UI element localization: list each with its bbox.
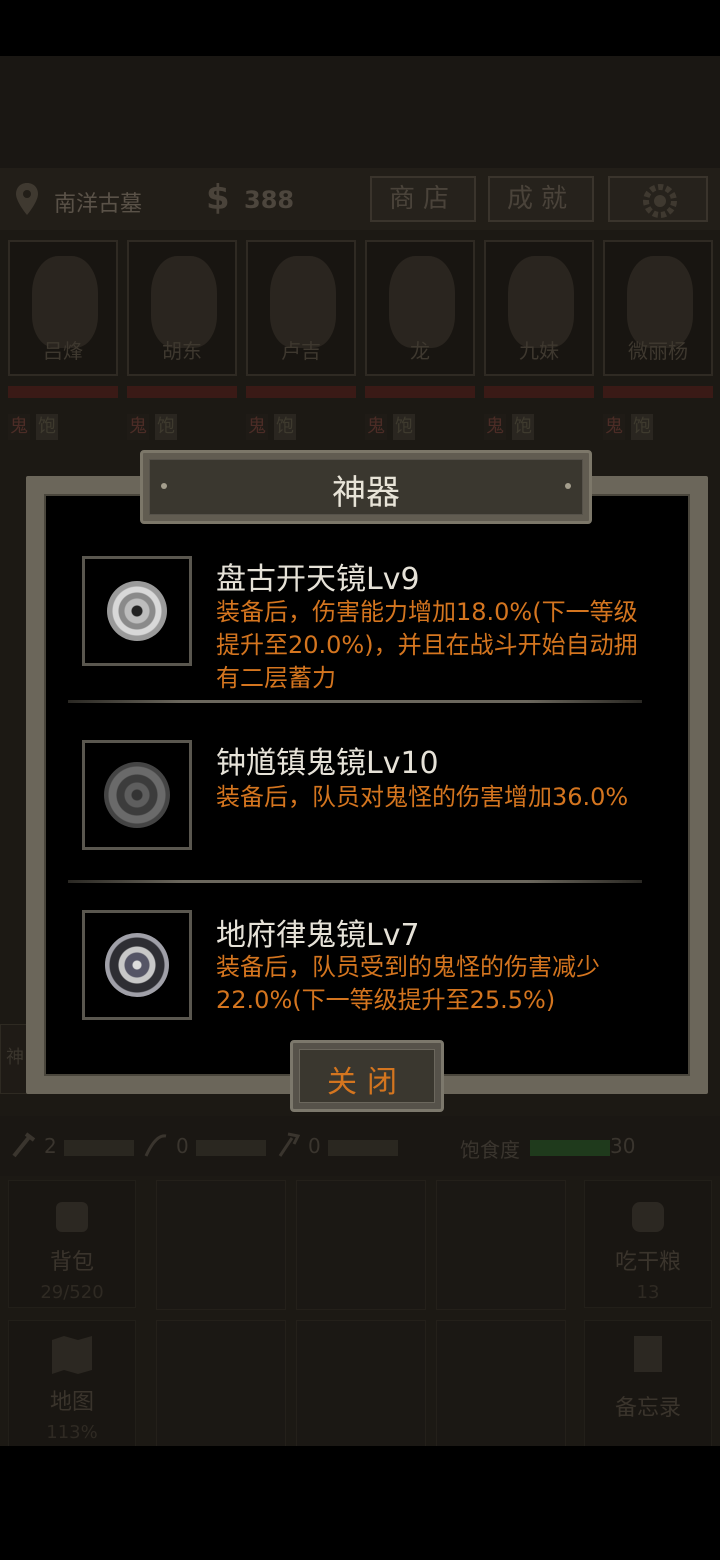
ghost-status-tag: 鬼 bbox=[603, 414, 625, 440]
close-button[interactable]: 关闭 bbox=[290, 1040, 444, 1112]
pad-cell bbox=[156, 1180, 286, 1310]
rope-icon bbox=[144, 1134, 167, 1157]
memo-label: 备忘录 bbox=[614, 1396, 681, 1421]
move-down-button[interactable] bbox=[296, 1320, 426, 1446]
ghost-status-tag: 鬼 bbox=[365, 414, 387, 440]
health-bar bbox=[365, 386, 475, 398]
health-bar bbox=[127, 386, 237, 398]
character-name: 龙 bbox=[410, 339, 430, 363]
artifact-icon-frame[interactable] bbox=[82, 910, 192, 1020]
artifact-description: 装备后，队员受到的鬼怪的伤害减少22.0%(下一等级提升至25.5%) bbox=[216, 953, 600, 1014]
shovel-icon bbox=[12, 1132, 36, 1158]
artifact-name: 地府律鬼镜Lv7 bbox=[216, 918, 420, 953]
tool-count: 0 bbox=[176, 1134, 189, 1158]
settings-button[interactable] bbox=[608, 176, 708, 222]
character-card[interactable]: 胡东 bbox=[127, 240, 237, 376]
location-name: 南洋古墓 bbox=[54, 192, 143, 217]
dialog-title-plate: 神器 bbox=[140, 450, 592, 524]
full-status-tag: 饱 bbox=[36, 414, 58, 440]
character-name: 微丽杨 bbox=[628, 339, 688, 363]
nav-area bbox=[0, 1446, 720, 1560]
character-name: 胡东 bbox=[162, 339, 202, 363]
tool-count: 2 bbox=[44, 1134, 57, 1158]
health-bar bbox=[484, 386, 594, 398]
location-pin-icon bbox=[16, 183, 38, 215]
currency-icon: $ bbox=[206, 178, 230, 218]
satiety-value: 30 bbox=[610, 1134, 636, 1158]
health-bar bbox=[246, 386, 356, 398]
shop-button[interactable]: 商店 bbox=[370, 176, 476, 222]
mirror-icon bbox=[107, 581, 167, 641]
full-status-tag: 饱 bbox=[155, 414, 177, 440]
ghost-status-tag: 鬼 bbox=[127, 414, 149, 440]
mirror-icon bbox=[104, 762, 170, 828]
map-icon bbox=[52, 1336, 92, 1374]
achievements-button[interactable]: 成就 bbox=[488, 176, 594, 222]
dialog-title: 神器 bbox=[332, 473, 400, 513]
move-right-button[interactable] bbox=[436, 1320, 566, 1446]
satiety-bar bbox=[530, 1140, 610, 1156]
satiety-label: 饱食度 bbox=[460, 1138, 520, 1162]
tool-count: 0 bbox=[308, 1134, 321, 1158]
ghost-status-tag: 鬼 bbox=[8, 414, 30, 440]
map-percent: 113% bbox=[46, 1422, 98, 1443]
character-card[interactable]: 卢吉 bbox=[246, 240, 356, 376]
memo-icon bbox=[634, 1336, 662, 1372]
tool-bar bbox=[64, 1140, 134, 1156]
divider bbox=[68, 700, 642, 703]
artifact-description: 装备后，队员对鬼怪的伤害增加36.0% bbox=[216, 783, 629, 811]
top-bar: 南洋古墓 $ 388 商店 成就 bbox=[0, 168, 720, 230]
move-left-button[interactable] bbox=[156, 1320, 286, 1446]
money-amount: 388 bbox=[244, 186, 295, 214]
character-name: 九妹 bbox=[519, 339, 559, 363]
artifact-description: 装备后，伤害能力增加18.0%(下一等级提升至20.0%)，并且在战斗开始自动拥… bbox=[216, 598, 638, 692]
eat-rations-label: 吃干粮 bbox=[614, 1250, 681, 1275]
move-up-button[interactable] bbox=[296, 1180, 426, 1310]
health-bar bbox=[8, 386, 118, 398]
full-status-tag: 饱 bbox=[274, 414, 296, 440]
ghost-status-tag: 鬼 bbox=[484, 414, 506, 440]
tool-bar bbox=[196, 1140, 266, 1156]
ghost-status-tag: 鬼 bbox=[246, 414, 268, 440]
health-bar bbox=[603, 386, 713, 398]
gear-icon bbox=[643, 184, 677, 218]
tool-bar bbox=[328, 1140, 398, 1156]
character-name: 卢吉 bbox=[281, 339, 321, 363]
full-status-tag: 饱 bbox=[393, 414, 415, 440]
character-card[interactable]: 微丽杨 bbox=[603, 240, 713, 376]
backpack-label: 背包 bbox=[49, 1250, 94, 1275]
character-card[interactable]: 吕烽 bbox=[8, 240, 118, 376]
artifact-name: 钟馗镇鬼镜Lv10 bbox=[216, 746, 439, 781]
artifact-icon-frame[interactable] bbox=[82, 556, 192, 666]
rations-bag-icon bbox=[632, 1202, 664, 1232]
spade-icon bbox=[278, 1132, 300, 1157]
artifact-name: 盘古开天镜Lv9 bbox=[216, 562, 420, 597]
full-status-tag: 饱 bbox=[512, 414, 534, 440]
backpack-icon bbox=[56, 1202, 88, 1232]
close-button-label: 关闭 bbox=[327, 1065, 407, 1100]
character-card[interactable]: 龙 bbox=[365, 240, 475, 376]
eat-rations-count: 13 bbox=[636, 1282, 660, 1303]
character-name: 吕烽 bbox=[43, 339, 83, 363]
status-bar bbox=[0, 0, 720, 56]
mirror-icon bbox=[105, 933, 169, 997]
divider bbox=[68, 880, 642, 883]
character-card[interactable]: 九妹 bbox=[484, 240, 594, 376]
full-status-tag: 饱 bbox=[631, 414, 653, 440]
top-gap bbox=[0, 56, 720, 168]
pad-cell bbox=[436, 1180, 566, 1310]
backpack-count: 29/520 bbox=[40, 1282, 104, 1303]
map-label: 地图 bbox=[49, 1390, 94, 1415]
artifact-icon-frame[interactable] bbox=[82, 740, 192, 850]
